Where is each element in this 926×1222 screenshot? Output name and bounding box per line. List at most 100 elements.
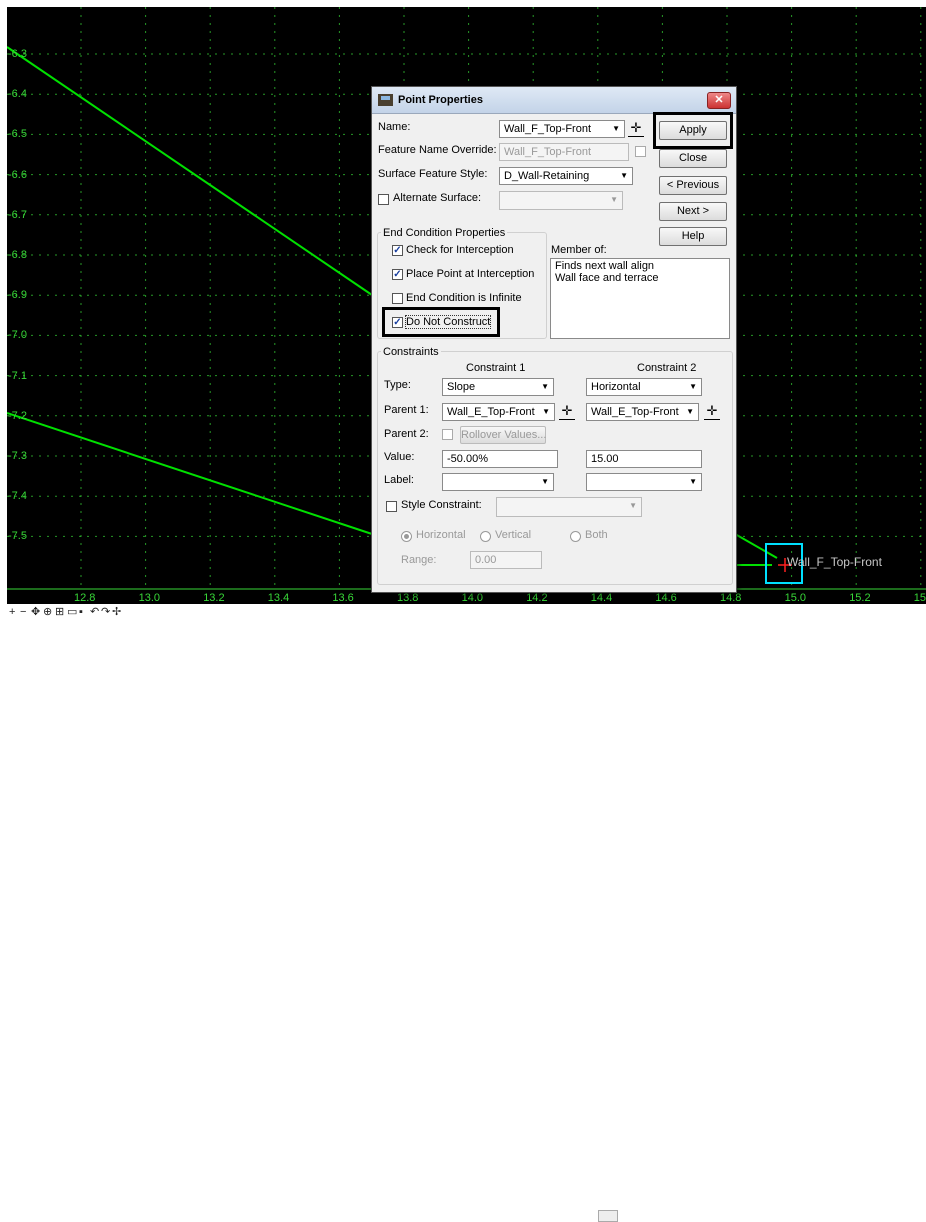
x-axis-label: 13.6: [332, 592, 354, 604]
view-toolbar: + − ✥ ⊕ ⊞ ▭ ▪ ↶ ↷ ✢: [0, 604, 926, 1222]
horizontal-radio[interactable]: [401, 531, 412, 542]
name-label: Name:: [378, 121, 411, 133]
range-label: Range:: [401, 554, 437, 566]
chevron-down-icon: ▼: [689, 382, 697, 391]
x-axis-label: 13.4: [267, 592, 290, 604]
chevron-down-icon: ▼: [541, 382, 549, 391]
list-item[interactable]: Finds next wall align: [555, 260, 729, 272]
chevron-down-icon: ▼: [686, 407, 694, 416]
window-icon[interactable]: ▭: [67, 606, 77, 618]
style-constraint-checkbox[interactable]: [386, 501, 397, 512]
type1-dropdown[interactable]: Slope ▼: [442, 378, 554, 396]
x-axis-label: 15.0: [784, 592, 807, 604]
y-axis-label: -7.0: [8, 329, 27, 342]
y-axis-label: -6.8: [8, 249, 27, 261]
range-input[interactable]: 0.00: [470, 551, 542, 569]
settings-icon[interactable]: ✢: [112, 606, 121, 618]
pick-parent1-c2-icon[interactable]: ✛: [704, 403, 720, 420]
undo-icon[interactable]: ↶: [90, 606, 99, 618]
parent1-c1-dropdown[interactable]: Wall_E_Top-Front ▼: [442, 403, 555, 421]
surface-style-value: D_Wall-Retaining: [504, 170, 590, 182]
dialog-titlebar[interactable]: Point Properties ✕: [372, 87, 736, 114]
x-axis-label: 14.2: [526, 592, 548, 604]
both-radio-label: Both: [585, 529, 608, 541]
alternate-surface-dropdown[interactable]: ▼: [499, 191, 623, 210]
plus-icon[interactable]: +: [9, 606, 15, 618]
y-axis-label: -7.3: [8, 450, 27, 462]
x-axis-label: 13.2: [203, 592, 225, 604]
place-point-checkbox[interactable]: ✓: [392, 269, 403, 280]
feature-override-input[interactable]: Wall_F_Top-Front: [499, 143, 629, 161]
x-axis-label: 14.6: [655, 592, 677, 604]
both-radio[interactable]: [570, 531, 581, 542]
label1-dropdown[interactable]: ▼: [442, 473, 554, 491]
x-axis-label: 14.4: [590, 592, 613, 604]
member-of-list[interactable]: Finds next wall align Wall face and terr…: [550, 258, 730, 339]
close-button[interactable]: Close: [659, 149, 727, 168]
value1-input[interactable]: -50.00%: [442, 450, 558, 468]
horizontal-scroll-thumb[interactable]: [598, 1210, 618, 1222]
alternate-surface-checkbox[interactable]: [378, 194, 389, 205]
chevron-down-icon: ▼: [541, 477, 549, 486]
constraints-group-label: Constraints: [381, 346, 441, 358]
surface-style-dropdown[interactable]: D_Wall-Retaining ▼: [499, 167, 633, 185]
zoom-icon[interactable]: ⊕: [43, 606, 52, 618]
pick-point-icon[interactable]: ✛: [628, 120, 644, 137]
list-item[interactable]: Wall face and terrace: [555, 272, 729, 284]
save-icon[interactable]: ▪: [79, 606, 83, 618]
chevron-down-icon: ▼: [542, 407, 550, 416]
wall-line: [7, 412, 373, 535]
value2-input[interactable]: 15.00: [586, 450, 702, 468]
y-axis-label: -6.4: [8, 88, 27, 101]
pick-parent1-c1-icon[interactable]: ✛: [559, 403, 575, 420]
y-axis-label: -6.7: [8, 208, 27, 221]
check-interception-checkbox[interactable]: ✓: [392, 245, 403, 256]
previous-button[interactable]: < Previous: [659, 176, 727, 195]
parent2-checkbox[interactable]: [442, 429, 453, 440]
constraint2-header: Constraint 2: [637, 362, 697, 374]
y-axis-label: -6.5: [8, 128, 27, 141]
type2-dropdown[interactable]: Horizontal ▼: [586, 378, 702, 396]
point-label: Wall_F_Top-Front: [787, 555, 882, 569]
y-axis-label: -6.3: [8, 48, 27, 60]
do-not-construct-highlight: [382, 307, 500, 337]
parent1-label: Parent 1:: [384, 404, 429, 416]
chevron-down-icon: ▼: [629, 501, 637, 510]
style-constraint-dropdown[interactable]: ▼: [496, 497, 642, 517]
chevron-down-icon: ▼: [610, 195, 618, 204]
fit-icon[interactable]: ⊞: [55, 606, 64, 618]
redo-icon[interactable]: ↷: [101, 606, 110, 618]
help-button[interactable]: Help: [659, 227, 727, 246]
chevron-down-icon: ▼: [689, 477, 697, 486]
check-interception-label: Check for Interception: [406, 244, 514, 256]
rollover-values-button[interactable]: Rollover Values...: [460, 426, 546, 444]
vertical-radio[interactable]: [480, 531, 491, 542]
x-axis-label: 14.0: [461, 592, 484, 604]
pan-icon[interactable]: ✥: [31, 606, 40, 618]
close-icon[interactable]: ✕: [707, 92, 731, 109]
parent2-label: Parent 2:: [384, 428, 429, 440]
next-button[interactable]: Next >: [659, 202, 727, 221]
x-axis-label: 13.0: [138, 592, 161, 604]
wall-line: [734, 533, 778, 559]
x-axis-label: 14.8: [720, 592, 742, 604]
x-axis-label: 15.2: [849, 592, 871, 604]
name-dropdown[interactable]: Wall_F_Top-Front ▼: [499, 120, 625, 138]
minus-icon[interactable]: −: [20, 606, 26, 618]
type2-value: Horizontal: [591, 381, 641, 393]
infinite-checkbox[interactable]: [392, 293, 403, 304]
member-of-label: Member of:: [551, 244, 607, 256]
name-value: Wall_F_Top-Front: [504, 123, 592, 135]
chevron-down-icon: ▼: [620, 171, 628, 180]
y-axis-label: -6.6: [8, 168, 27, 181]
apply-highlight: [653, 112, 733, 149]
constraint1-header: Constraint 1: [466, 362, 526, 374]
feature-override-checkbox[interactable]: [635, 146, 646, 157]
terrain-line: [7, 46, 373, 296]
value-label: Value:: [384, 451, 415, 463]
parent1-c2-dropdown[interactable]: Wall_E_Top-Front ▼: [586, 403, 699, 421]
dialog-title: Point Properties: [398, 94, 483, 106]
end-condition-group-label: End Condition Properties: [381, 227, 508, 239]
label2-dropdown[interactable]: ▼: [586, 473, 702, 491]
x-axis-label: 13.8: [397, 592, 419, 604]
